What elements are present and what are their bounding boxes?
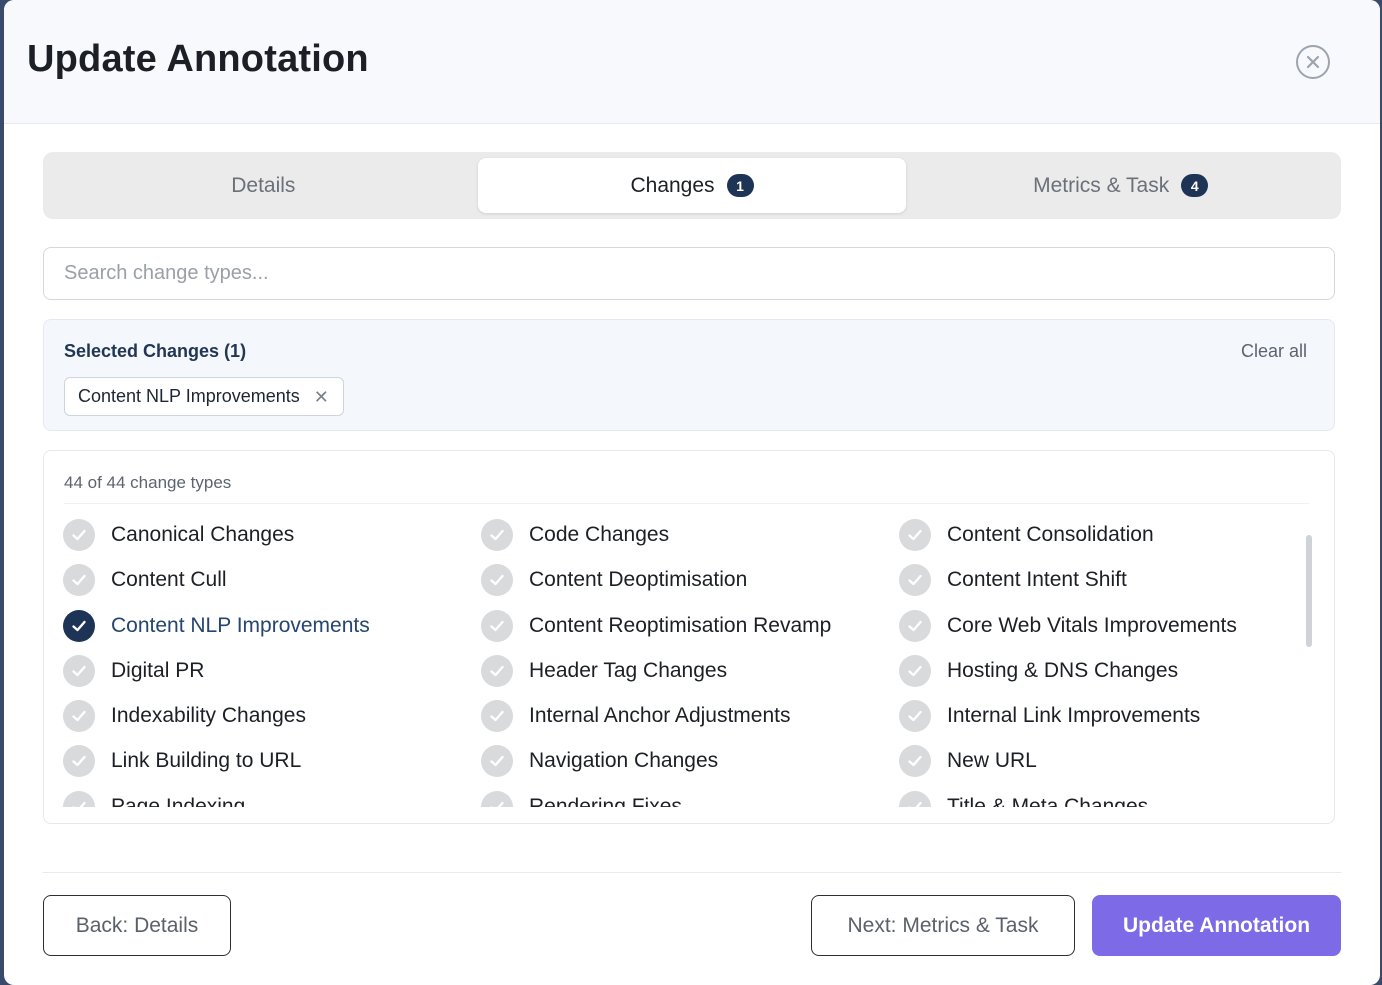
tab-changes[interactable]: Changes 1: [477, 158, 907, 213]
change-type-item[interactable]: Core Web Vitals Improvements: [899, 609, 1303, 642]
checkmark-icon: [899, 700, 931, 733]
checkmark-icon: [481, 790, 513, 807]
checkmark-icon: [63, 745, 95, 778]
tab-metrics-task-badge: 4: [1181, 174, 1209, 197]
checkmark-icon: [899, 609, 931, 642]
change-type-item[interactable]: Canonical Changes: [63, 519, 481, 551]
change-type-label: Hosting & DNS Changes: [947, 658, 1179, 682]
divider: [64, 503, 1309, 504]
change-type-label: Navigation Changes: [529, 749, 719, 773]
selected-changes-title: Selected Changes (1): [64, 341, 247, 361]
tab-metrics-task[interactable]: Metrics & Task 4: [906, 158, 1335, 213]
close-icon: [1306, 55, 1320, 69]
change-type-label: Indexability Changes: [111, 704, 306, 728]
change-type-item[interactable]: Hosting & DNS Changes: [899, 654, 1303, 687]
checkmark-icon: [481, 700, 513, 733]
update-annotation-button[interactable]: Update Annotation: [1092, 895, 1341, 956]
change-type-item[interactable]: Title & Meta Changes: [899, 790, 1303, 807]
change-type-item[interactable]: Navigation Changes: [481, 745, 899, 778]
change-type-item[interactable]: New URL: [899, 745, 1303, 778]
back-details-button[interactable]: Back: Details: [43, 895, 231, 956]
checkmark-icon: [63, 519, 95, 551]
change-type-item[interactable]: Header Tag Changes: [481, 654, 899, 687]
tab-details-label: Details: [231, 173, 296, 197]
dialog-header: Update Annotation: [4, 0, 1380, 124]
change-type-label: New URL: [947, 749, 1037, 773]
change-type-label: Header Tag Changes: [529, 658, 728, 682]
change-type-label: Page Indexing: [111, 794, 246, 807]
change-type-item[interactable]: Link Building to URL: [63, 745, 481, 778]
checkmark-icon: [481, 609, 513, 642]
checkmark-icon: [63, 609, 95, 642]
checkmark-icon: [63, 564, 95, 597]
checkmark-icon: [899, 654, 931, 687]
change-type-item[interactable]: Digital PR: [63, 654, 481, 687]
tab-details[interactable]: Details: [49, 158, 478, 213]
checkmark-icon: [481, 519, 513, 551]
tab-metrics-task-label: Metrics & Task: [1033, 173, 1170, 197]
change-types-list-panel: 44 of 44 change types Canonical Changes C…: [43, 450, 1335, 824]
checkmark-icon: [899, 519, 931, 551]
checkmark-icon: [63, 700, 95, 733]
change-type-label: Content Reoptimisation Revamp: [529, 613, 832, 637]
change-type-item[interactable]: Code Changes: [481, 519, 899, 551]
change-type-item[interactable]: Content Reoptimisation Revamp: [481, 609, 899, 642]
change-type-label: Content Deoptimisation: [529, 568, 748, 592]
list-scrollbar[interactable]: [1306, 535, 1312, 647]
clear-all-button[interactable]: Clear all: [1241, 341, 1307, 362]
checkmark-icon: [899, 564, 931, 597]
tab-changes-label: Changes: [630, 173, 715, 197]
checkmark-icon: [63, 790, 95, 807]
close-button[interactable]: [1296, 45, 1330, 79]
next-metrics-task-button[interactable]: Next: Metrics & Task: [811, 895, 1075, 956]
change-type-item[interactable]: Internal Anchor Adjustments: [481, 700, 899, 733]
change-types-grid: Canonical Changes Code Changes Content Con…: [63, 519, 1303, 807]
change-type-label: Canonical Changes: [111, 523, 295, 546]
checkmark-icon: [481, 745, 513, 778]
change-type-label: Content NLP Improvements: [111, 613, 370, 637]
selected-changes-panel: Selected Changes (1) Clear all Content N…: [43, 319, 1335, 431]
tab-changes-badge: 1: [726, 174, 754, 197]
change-type-item[interactable]: Content NLP Improvements: [63, 609, 481, 642]
change-type-label: Internal Link Improvements: [947, 704, 1201, 728]
checkmark-icon: [63, 654, 95, 687]
change-type-label: Internal Anchor Adjustments: [529, 704, 791, 728]
change-type-label: Content Consolidation: [947, 523, 1154, 546]
change-type-label: Rendering Fixes: [529, 794, 682, 807]
change-type-label: Content Intent Shift: [947, 568, 1127, 592]
checkmark-icon: [899, 790, 931, 807]
footer-divider: [43, 872, 1341, 873]
change-type-item[interactable]: Rendering Fixes: [481, 790, 899, 807]
tab-bar: Details Changes 1 Metrics & Task 4: [43, 152, 1341, 219]
update-annotation-dialog: Update Annotation Details Changes 1 Metr…: [4, 0, 1380, 985]
dialog-title: Update Annotation: [27, 38, 369, 80]
change-type-label: Digital PR: [111, 658, 205, 682]
checkmark-icon: [481, 564, 513, 597]
change-type-label: Code Changes: [529, 523, 670, 546]
change-type-item[interactable]: Page Indexing: [63, 790, 481, 807]
change-type-item[interactable]: Internal Link Improvements: [899, 700, 1303, 733]
change-type-label: Content Cull: [111, 568, 227, 592]
selected-chip: Content NLP Improvements ✕: [64, 377, 344, 416]
change-type-label: Title & Meta Changes: [947, 794, 1149, 807]
checkmark-icon: [481, 654, 513, 687]
change-type-item[interactable]: Content Deoptimisation: [481, 564, 899, 597]
change-type-item[interactable]: Indexability Changes: [63, 700, 481, 733]
checkmark-icon: [899, 745, 931, 778]
change-type-item[interactable]: Content Consolidation: [899, 519, 1303, 551]
remove-chip-icon[interactable]: ✕: [314, 388, 329, 406]
change-type-label: Core Web Vitals Improvements: [947, 613, 1237, 637]
change-type-item[interactable]: Content Intent Shift: [899, 564, 1303, 597]
selected-chip-label: Content NLP Improvements: [78, 386, 300, 406]
search-change-types-input[interactable]: [43, 247, 1335, 300]
change-types-count: 44 of 44 change types: [64, 473, 232, 492]
change-type-label: Link Building to URL: [111, 749, 302, 773]
change-type-item[interactable]: Content Cull: [63, 564, 481, 597]
